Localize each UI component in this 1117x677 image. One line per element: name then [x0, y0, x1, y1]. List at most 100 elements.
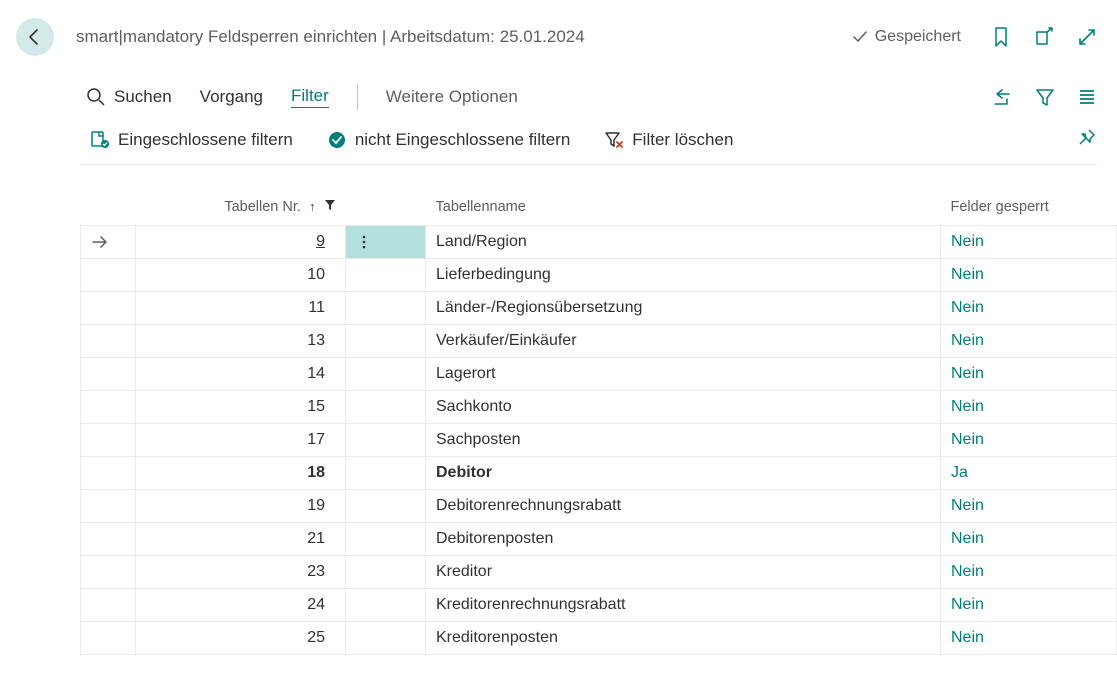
row-selector[interactable]: [81, 259, 136, 292]
cell-table-nr[interactable]: 19: [136, 490, 346, 523]
cell-fields-locked[interactable]: Ja: [941, 457, 1117, 490]
cell-table-name: Debitor: [426, 457, 941, 490]
cell-table-nr[interactable]: 24: [136, 589, 346, 622]
table-row[interactable]: 13 Verkäufer/EinkäuferNein: [81, 325, 1117, 358]
cell-table-name: Kreditorenrechnungsrabatt: [426, 589, 941, 622]
cell-fields-locked[interactable]: Nein: [941, 292, 1117, 325]
row-menu-button[interactable]: [346, 325, 426, 358]
cell-fields-locked[interactable]: Nein: [941, 523, 1117, 556]
table-row[interactable]: 23 KreditorNein: [81, 556, 1117, 589]
cell-fields-locked[interactable]: Nein: [941, 490, 1117, 523]
row-menu-button[interactable]: [346, 589, 426, 622]
back-button[interactable]: [16, 18, 54, 56]
col-header-menu: [346, 193, 426, 226]
pin-icon[interactable]: [1075, 127, 1097, 149]
row-selector[interactable]: [81, 391, 136, 424]
data-table: Tabellen Nr. ↑ Tabellenname Felder gespe…: [80, 193, 1117, 655]
col-header-nr[interactable]: Tabellen Nr. ↑: [136, 193, 346, 226]
arrow-right-icon: [91, 235, 109, 249]
row-selector[interactable]: [81, 589, 136, 622]
expand-icon[interactable]: [1077, 26, 1097, 48]
cell-fields-locked[interactable]: Nein: [941, 325, 1117, 358]
row-menu-button[interactable]: [346, 490, 426, 523]
row-menu-button[interactable]: [346, 391, 426, 424]
bookmark-icon[interactable]: [991, 26, 1011, 48]
row-menu-button[interactable]: [346, 424, 426, 457]
cell-fields-locked[interactable]: Nein: [941, 259, 1117, 292]
table-row[interactable]: 19DebitorenrechnungsrabattNein: [81, 490, 1117, 523]
filter-included-icon: [90, 130, 110, 150]
col-header-select: [81, 193, 136, 226]
filter-pane-icon[interactable]: [1035, 87, 1055, 107]
table-row[interactable]: 9Land/RegionNein: [81, 226, 1117, 259]
cell-fields-locked[interactable]: Nein: [941, 589, 1117, 622]
row-selector[interactable]: [81, 358, 136, 391]
vorgang-action[interactable]: Vorgang: [200, 87, 263, 107]
row-selector[interactable]: [81, 292, 136, 325]
cell-fields-locked[interactable]: Nein: [941, 226, 1117, 259]
cell-table-nr[interactable]: 13: [136, 325, 346, 358]
cell-table-nr[interactable]: 17: [136, 424, 346, 457]
cell-table-nr[interactable]: 15: [136, 391, 346, 424]
more-vertical-icon: [356, 234, 372, 250]
row-menu-button[interactable]: [346, 292, 426, 325]
table-row[interactable]: 21DebitorenpostenNein: [81, 523, 1117, 556]
row-selector[interactable]: [81, 556, 136, 589]
row-selector[interactable]: [81, 325, 136, 358]
cell-table-nr[interactable]: 23: [136, 556, 346, 589]
list-icon[interactable]: [1077, 87, 1097, 107]
table-row[interactable]: 18 DebitorJa: [81, 457, 1117, 490]
divider: [357, 84, 358, 110]
table-row[interactable]: 25KreditorenpostenNein: [81, 622, 1117, 655]
cell-table-nr[interactable]: 11: [136, 292, 346, 325]
filter-clear-icon: [604, 130, 624, 150]
search-action[interactable]: Suchen: [86, 87, 172, 107]
row-selector[interactable]: [81, 226, 136, 259]
cell-table-nr[interactable]: 10: [136, 259, 346, 292]
cell-table-name: Verkäufer/Einkäufer: [426, 325, 941, 358]
table-row[interactable]: 15SachkontoNein: [81, 391, 1117, 424]
cell-fields-locked[interactable]: Nein: [941, 424, 1117, 457]
row-selector[interactable]: [81, 622, 136, 655]
table-row[interactable]: 11 Länder-/RegionsübersetzungNein: [81, 292, 1117, 325]
col-header-locked[interactable]: Felder gesperrt: [941, 193, 1117, 226]
row-selector[interactable]: [81, 523, 136, 556]
table-row[interactable]: 17SachpostenNein: [81, 424, 1117, 457]
cell-table-nr[interactable]: 21: [136, 523, 346, 556]
cell-table-name: Länder-/Regionsübersetzung: [426, 292, 941, 325]
table-row[interactable]: 14 LagerortNein: [81, 358, 1117, 391]
divider: [80, 164, 1097, 165]
cell-table-name: Kreditor: [426, 556, 941, 589]
row-menu-button[interactable]: [346, 226, 426, 259]
page-title: smart|mandatory Feldsperren einrichten |…: [76, 27, 851, 47]
row-menu-button[interactable]: [346, 622, 426, 655]
table-row[interactable]: 10LieferbedingungNein: [81, 259, 1117, 292]
row-menu-button[interactable]: [346, 259, 426, 292]
cell-fields-locked[interactable]: Nein: [941, 556, 1117, 589]
table-row[interactable]: 24 KreditorenrechnungsrabattNein: [81, 589, 1117, 622]
cell-table-nr[interactable]: 18: [136, 457, 346, 490]
cell-fields-locked[interactable]: Nein: [941, 622, 1117, 655]
popout-icon[interactable]: [1033, 26, 1055, 48]
cell-fields-locked[interactable]: Nein: [941, 358, 1117, 391]
share-icon[interactable]: [991, 87, 1013, 107]
row-menu-button[interactable]: [346, 358, 426, 391]
cell-table-nr[interactable]: 25: [136, 622, 346, 655]
row-menu-button[interactable]: [346, 556, 426, 589]
filter-clear-action[interactable]: Filter löschen: [604, 130, 733, 150]
cell-table-nr[interactable]: 14: [136, 358, 346, 391]
cell-fields-locked[interactable]: Nein: [941, 391, 1117, 424]
row-selector[interactable]: [81, 490, 136, 523]
row-menu-button[interactable]: [346, 457, 426, 490]
row-selector[interactable]: [81, 424, 136, 457]
row-menu-button[interactable]: [346, 523, 426, 556]
filter-action[interactable]: Filter: [291, 86, 329, 108]
filter-not-included-action[interactable]: nicht Eingeschlossene filtern: [327, 130, 570, 150]
row-selector[interactable]: [81, 457, 136, 490]
search-icon: [86, 87, 106, 107]
cell-table-nr[interactable]: 9: [136, 226, 346, 259]
filter-included-action[interactable]: Eingeschlossene filtern: [90, 130, 293, 150]
col-header-name[interactable]: Tabellenname: [426, 193, 941, 226]
cell-table-name: Lagerort: [426, 358, 941, 391]
more-options-action[interactable]: Weitere Optionen: [386, 87, 518, 107]
